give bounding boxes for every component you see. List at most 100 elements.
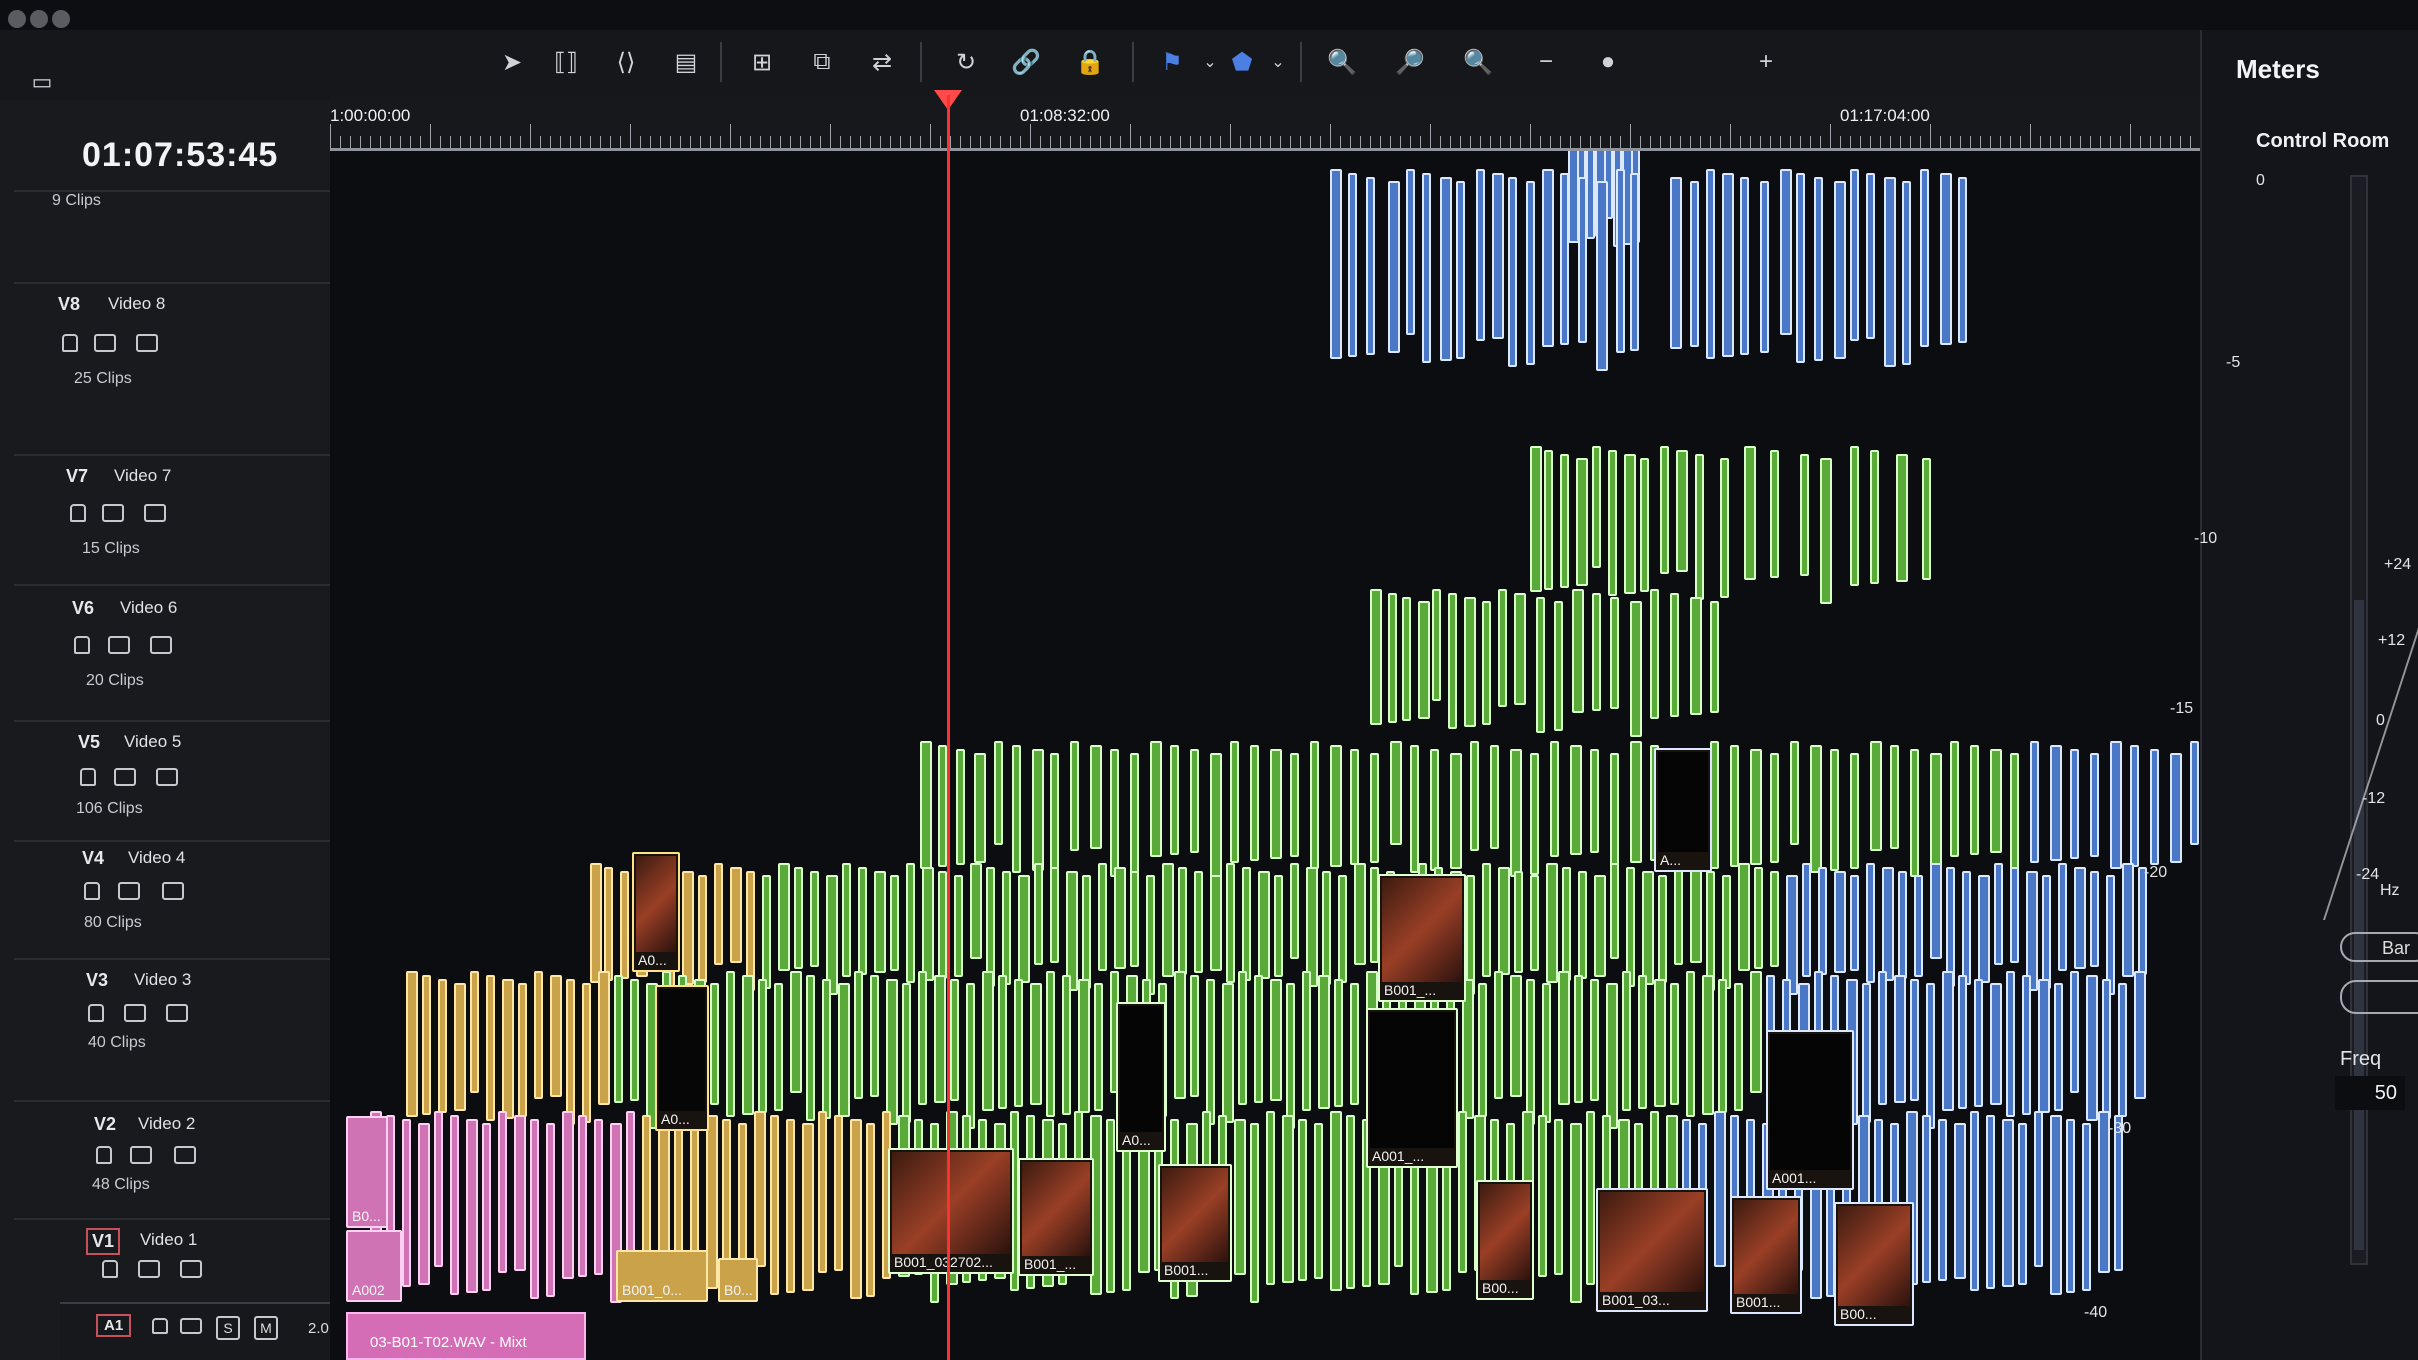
timeline-clip-blue[interactable] bbox=[1974, 979, 1983, 1107]
timeline-clip-green[interactable] bbox=[742, 975, 754, 1115]
timeline-clip-blue[interactable] bbox=[1922, 1115, 1931, 1283]
timeline-clip-green[interactable] bbox=[838, 983, 850, 1117]
timeline-clip-green[interactable] bbox=[1210, 753, 1222, 881]
lock-icon[interactable] bbox=[62, 334, 78, 352]
auto-select-icon[interactable] bbox=[114, 768, 136, 786]
timeline-clip-blue[interactable] bbox=[2170, 753, 2182, 863]
timeline-clip-blue[interactable] bbox=[1560, 173, 1569, 345]
timeline-clip-green[interactable] bbox=[1194, 871, 1203, 973]
playhead-line[interactable] bbox=[947, 95, 950, 1360]
timeline-clip-green[interactable] bbox=[806, 975, 815, 1121]
timeline-clip-blue[interactable] bbox=[2002, 1119, 2014, 1287]
timeline-clip-green[interactable] bbox=[1592, 593, 1601, 711]
timeline-clip-green[interactable] bbox=[1594, 875, 1606, 977]
linked-selection-icon[interactable]: 🔗 bbox=[1004, 44, 1048, 80]
timeline-clip-blue[interactable] bbox=[1388, 181, 1400, 353]
timeline-clip-blue[interactable] bbox=[2134, 971, 2146, 1099]
timeline-clip-blue[interactable] bbox=[2190, 741, 2199, 845]
timeline-ruler[interactable]: 1:00:00:00 01:08:32:00 01:17:04:00 bbox=[330, 96, 2221, 151]
timeline-clip-blue[interactable] bbox=[1348, 173, 1357, 357]
timeline-clip-green[interactable] bbox=[1750, 971, 1762, 1093]
timeline-clip-green[interactable] bbox=[1526, 979, 1535, 1125]
timeline-clip-green[interactable] bbox=[1850, 446, 1859, 586]
timeline-clip-yellow[interactable] bbox=[770, 1115, 779, 1295]
timeline-clip-green[interactable] bbox=[710, 983, 719, 1105]
timeline-clip-green[interactable] bbox=[1722, 875, 1731, 989]
timeline-clip-yellow[interactable]: B0... bbox=[718, 1258, 758, 1302]
timeline-clip-green[interactable] bbox=[994, 741, 1003, 845]
zoom-slider-handle-icon[interactable]: ● bbox=[1586, 44, 1630, 80]
timeline-clip-pink[interactable]: A002 bbox=[346, 1230, 402, 1302]
lock-icon[interactable] bbox=[70, 504, 86, 522]
zoom-full-icon[interactable]: 🔍 bbox=[1320, 44, 1364, 80]
timeline-clip-green[interactable] bbox=[1258, 871, 1270, 979]
timeline-clip-green[interactable] bbox=[1538, 1115, 1547, 1277]
timeline-clip-blue[interactable] bbox=[1898, 871, 1907, 979]
timeline-clip-green[interactable] bbox=[1090, 745, 1102, 849]
timeline-clip-blue[interactable] bbox=[2022, 975, 2031, 1115]
timeline-clip-green[interactable] bbox=[1658, 875, 1667, 983]
timeline-clip-green[interactable] bbox=[1870, 450, 1879, 584]
timeline-clip-green[interactable] bbox=[1234, 1119, 1246, 1275]
timeline-clip-blue[interactable] bbox=[1706, 169, 1715, 359]
timeline-clip-green[interactable] bbox=[630, 979, 639, 1101]
timeline-clip-blue[interactable] bbox=[1850, 169, 1859, 341]
timeline-clip-green[interactable] bbox=[1650, 589, 1659, 719]
timeline-clip-yellow[interactable] bbox=[866, 1123, 875, 1297]
timeline-clip-green[interactable] bbox=[1562, 867, 1571, 981]
bar-mode-button[interactable]: Bar bbox=[2340, 932, 2418, 962]
timeline-clip-blue[interactable] bbox=[2150, 749, 2159, 865]
position-lock-icon[interactable]: 🔒 bbox=[1068, 44, 1112, 80]
timeline-clip-yellow[interactable] bbox=[818, 1111, 827, 1273]
timeline-clip-blue[interactable] bbox=[1850, 875, 1859, 971]
timeline-clip-blue[interactable] bbox=[1492, 173, 1504, 339]
timeline-clip-green[interactable] bbox=[1034, 863, 1043, 965]
timeline-clip-blue[interactable] bbox=[2010, 867, 2019, 963]
timeline-clip-blue[interactable] bbox=[2130, 745, 2139, 867]
timeline-clip-pink[interactable] bbox=[402, 1119, 411, 1287]
timeline-clip-yellow[interactable] bbox=[534, 971, 543, 1099]
timeline-clip-video[interactable]: B001... bbox=[1730, 1196, 1802, 1314]
timeline-clip-green[interactable] bbox=[954, 875, 963, 977]
lock-icon[interactable] bbox=[152, 1318, 168, 1334]
timeline-clip-green[interactable] bbox=[1448, 593, 1457, 729]
timeline-clip-blue[interactable] bbox=[2070, 971, 2079, 1093]
timeline-clip-blue[interactable] bbox=[1406, 169, 1415, 335]
timeline-clip-green[interactable] bbox=[1630, 741, 1642, 863]
timeline-clip-green[interactable] bbox=[1250, 745, 1259, 861]
timeline-clip-green[interactable] bbox=[1610, 753, 1619, 881]
timeline-clip-green[interactable] bbox=[1554, 1119, 1563, 1275]
timeline-clip-green[interactable] bbox=[1334, 979, 1343, 1107]
timeline-clip-green[interactable] bbox=[1130, 753, 1139, 875]
timeline-clip-green[interactable] bbox=[1710, 601, 1719, 713]
timeline-clip-green[interactable] bbox=[1990, 749, 2002, 853]
timeline-clip-green[interactable] bbox=[1690, 867, 1702, 963]
timeline-clip-pink[interactable] bbox=[594, 1119, 603, 1275]
timeline-clip-green[interactable] bbox=[1536, 597, 1545, 733]
timeline-clip-blue[interactable] bbox=[1866, 863, 1875, 983]
timeline-clip-blue[interactable] bbox=[1714, 1111, 1726, 1267]
timeline-clip-green[interactable] bbox=[1170, 745, 1179, 855]
zoom-detail-icon[interactable]: 🔎 bbox=[1388, 44, 1432, 80]
timeline-clip-green[interactable] bbox=[1690, 597, 1702, 715]
timeline-clip-green[interactable] bbox=[1890, 745, 1899, 849]
timeline-clip-blue[interactable] bbox=[1476, 169, 1485, 341]
lock-icon[interactable] bbox=[74, 636, 90, 654]
auto-select-icon[interactable] bbox=[118, 882, 140, 900]
timeline-clip-green[interactable] bbox=[1482, 863, 1491, 977]
overwrite-clip-icon[interactable]: ⧉ bbox=[800, 44, 844, 80]
timeline-clip-video[interactable]: A0... bbox=[632, 852, 680, 972]
timeline-clip-blue[interactable] bbox=[1690, 181, 1699, 347]
timeline-clip-green[interactable] bbox=[758, 979, 767, 1113]
timeline-clip-green[interactable] bbox=[1676, 450, 1688, 572]
timeline-clip-green[interactable] bbox=[1050, 753, 1059, 869]
timeline-clip-yellow[interactable] bbox=[566, 979, 575, 1125]
timeline-clip-green[interactable] bbox=[1350, 749, 1359, 865]
timeline-clip-green[interactable] bbox=[1546, 863, 1558, 983]
timeline-clip-green[interactable] bbox=[1286, 983, 1295, 1129]
track-visibility-icon[interactable] bbox=[156, 768, 178, 786]
timeline-clip-green[interactable] bbox=[1850, 753, 1859, 869]
timeline-clip-yellow[interactable] bbox=[802, 1123, 814, 1291]
zoom-window-icon[interactable] bbox=[52, 10, 70, 28]
timeline-clip-green[interactable] bbox=[1012, 745, 1021, 873]
